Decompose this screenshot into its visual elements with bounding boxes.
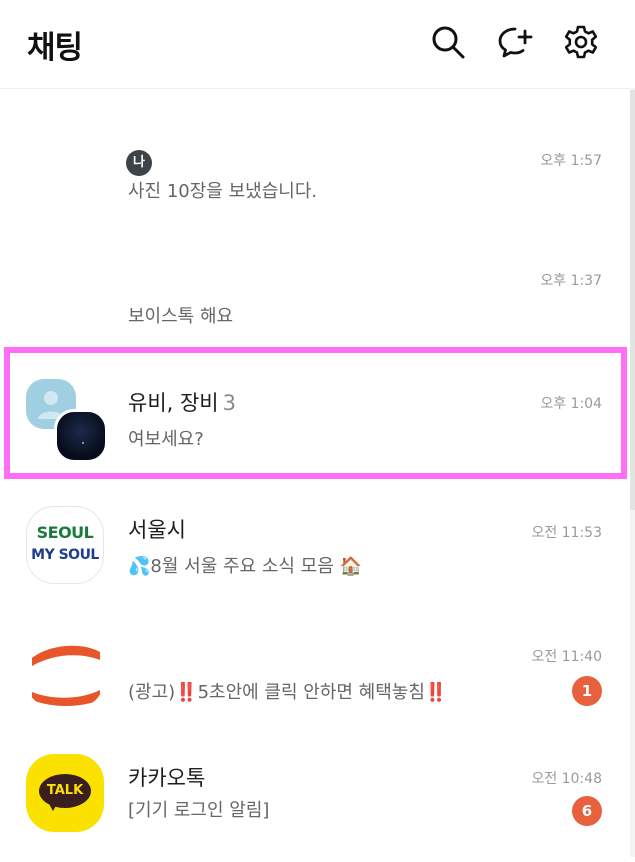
- chat-time: 오전 10:48: [531, 771, 602, 787]
- header-divider: [0, 88, 635, 89]
- scrollbar-thumb[interactable]: [630, 90, 635, 510]
- talk-logo-text: TALK: [46, 783, 84, 798]
- unread-badge: 1: [572, 676, 602, 706]
- ad-avatar: [26, 630, 104, 708]
- search-icon[interactable]: [430, 24, 466, 60]
- selection-highlight: [4, 347, 627, 479]
- app-header: 채팅: [0, 0, 635, 88]
- avatar: [26, 136, 104, 214]
- chat-time: 오전 11:40: [531, 649, 602, 665]
- chat-message: [기기 로그인 알림]: [128, 800, 270, 821]
- chat-row-4[interactable]: SEOUL MY SOUL 서울시 💦8월 서울 주요 소식 모음 🏠 오전 1…: [0, 490, 635, 614]
- settings-icon[interactable]: [563, 24, 599, 60]
- talk-bubble-tail: [48, 802, 58, 811]
- unread-badge: 6: [572, 796, 602, 826]
- seoul-logo-line-1: SEOUL: [36, 523, 94, 542]
- my-chat-badge: 나: [126, 150, 152, 176]
- chat-message: 💦8월 서울 주요 소식 모음 🏠: [128, 556, 362, 577]
- kakaotalk-avatar: TALK: [26, 754, 104, 832]
- new-chat-icon[interactable]: [497, 24, 533, 60]
- page-title: 채팅: [27, 30, 83, 66]
- seoul-logo-line-2: MY SOUL: [31, 547, 99, 563]
- avatar: [26, 256, 104, 334]
- chat-row-5[interactable]: (광고)‼️5초안에 클릭 안하면 혜택놓침‼️ 오전 11:40 1: [0, 614, 635, 738]
- chat-time: 오전 11:53: [531, 525, 602, 541]
- ad-logo-icon: [30, 643, 100, 706]
- chat-name: 서울시: [128, 518, 186, 542]
- chat-row-2[interactable]: 보이스톡 해요 오후 1:37: [0, 240, 635, 364]
- chat-name: 카카오톡: [128, 766, 206, 790]
- chat-time: 오후 1:37: [540, 273, 602, 289]
- chat-message: (광고)‼️5초안에 클릭 안하면 혜택놓침‼️: [128, 682, 448, 703]
- chat-row-6[interactable]: TALK 카카오톡 [기기 로그인 알림] 오전 10:48 6: [0, 738, 635, 862]
- chat-message: 보이스톡 해요: [128, 306, 234, 327]
- seoul-logo-avatar: SEOUL MY SOUL: [26, 506, 104, 584]
- chat-message: 사진 10장을 보냈습니다.: [128, 181, 318, 202]
- chat-row-1[interactable]: 나 사진 10장을 보냈습니다. 오후 1:57: [0, 120, 635, 244]
- chat-time: 오후 1:57: [540, 153, 602, 169]
